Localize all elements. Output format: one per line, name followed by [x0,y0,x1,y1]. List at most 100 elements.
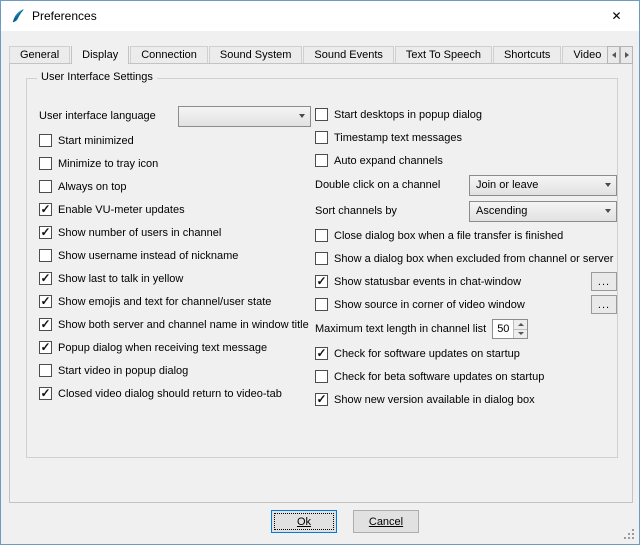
sort-channels-row: Sort channels by Ascending [315,198,617,224]
checkbox-row[interactable]: Show both server and channel name in win… [39,313,311,336]
tab-connection[interactable]: Connection [130,46,208,63]
checkbox-row[interactable]: Show a dialog box when excluded from cha… [315,247,617,270]
app-icon [10,8,26,24]
chevron-down-icon [299,114,305,118]
checkbox-row[interactable]: Start desktops in popup dialog [315,103,617,126]
checkbox-row[interactable]: Always on top [39,175,311,198]
checkbox-row[interactable]: Popup dialog when receiving text message [39,336,311,359]
arrow-right-icon [625,52,629,58]
close-icon[interactable]: ✕ [594,1,639,31]
language-combo[interactable] [178,106,311,127]
tab-general[interactable]: General [9,46,70,63]
checkbox-row[interactable]: Check for beta software updates on start… [315,365,617,388]
checkbox-row[interactable]: Check for software updates on startup [315,342,617,365]
checkbox[interactable] [39,134,52,147]
checkbox-label: Auto expand channels [334,155,443,167]
checkbox[interactable] [39,157,52,170]
checkbox-row[interactable]: Show username instead of nickname [39,244,311,267]
checkbox-label: Start video in popup dialog [58,365,188,377]
checkbox-row[interactable]: Start video in popup dialog [39,359,311,382]
checkbox-label: Show source in corner of video window [334,299,525,311]
tab-bar: General Display Connection Sound System … [9,46,613,64]
max-text-length-spinner[interactable]: 50 [492,319,528,339]
checkbox[interactable] [39,226,52,239]
checkbox-row[interactable]: Closed video dialog should return to vid… [39,382,311,405]
arrow-left-icon [612,52,616,58]
checkbox-label: Show statusbar events in chat-window [334,276,521,288]
sort-channels-combo[interactable]: Ascending [469,201,617,222]
checkbox-row[interactable]: Show last to talk in yellow [39,267,311,290]
right-column: Start desktops in popup dialog Timestamp… [315,103,617,411]
checkbox-label: Show emojis and text for channel/user st… [58,296,271,308]
checkbox[interactable] [39,272,52,285]
checkbox-label: Close dialog box when a file transfer is… [334,230,563,242]
checkbox[interactable] [315,298,328,311]
checkbox[interactable] [315,131,328,144]
tab-sound-system[interactable]: Sound System [209,46,303,63]
checkbox-row[interactable]: Minimize to tray icon [39,152,311,175]
checkbox-row[interactable]: Enable VU-meter updates [39,198,311,221]
chevron-down-icon [605,183,611,187]
checkbox-label: Enable VU-meter updates [58,204,185,216]
checkbox-label: Start minimized [58,135,134,147]
video-source-more-button[interactable]: ... [591,295,617,314]
spin-down-button[interactable] [514,330,527,339]
checkbox-label: Show number of users in channel [58,227,221,239]
checkbox-label: Minimize to tray icon [58,158,158,170]
checkbox-label: Timestamp text messages [334,132,462,144]
tab-sound-events[interactable]: Sound Events [303,46,394,63]
cancel-button[interactable]: Cancel [353,510,419,533]
groupbox-legend: User Interface Settings [37,71,157,83]
checkbox-label: Check for beta software updates on start… [334,371,544,383]
spinner-buttons [513,320,527,338]
checkbox[interactable] [39,364,52,377]
checkbox[interactable] [315,393,328,406]
checkbox-row[interactable]: Auto expand channels [315,149,617,172]
checkbox-row[interactable]: Timestamp text messages [315,126,617,149]
checkbox-row[interactable]: Close dialog box when a file transfer is… [315,224,617,247]
checkbox[interactable] [315,275,328,288]
checkbox[interactable] [39,180,52,193]
checkbox[interactable] [315,108,328,121]
checkbox[interactable] [315,229,328,242]
checkbox[interactable] [315,252,328,265]
checkbox-label: Check for software updates on startup [334,348,520,360]
checkbox[interactable] [39,387,52,400]
tab-video[interactable]: Video [562,46,612,63]
checkbox-label: Show both server and channel name in win… [58,319,309,331]
max-text-length-label: Maximum text length in channel list [315,323,486,335]
checkbox[interactable] [39,249,52,262]
left-column: User interface language Start minimized … [39,103,311,405]
checkbox[interactable] [39,318,52,331]
checkbox-row[interactable]: Show emojis and text for channel/user st… [39,290,311,313]
statusbar-events-more-button[interactable]: ... [591,272,617,291]
window-title: Preferences [32,9,97,23]
checkbox-label: Show username instead of nickname [58,250,238,262]
checkbox[interactable] [39,203,52,216]
checkbox-row[interactable]: Start minimized [39,129,311,152]
max-text-length-row: Maximum text length in channel list 50 [315,316,617,342]
checkbox-row[interactable]: Show number of users in channel [39,221,311,244]
checkbox-label: Show a dialog box when excluded from cha… [334,253,613,265]
checkbox[interactable] [315,370,328,383]
tab-text-to-speech[interactable]: Text To Speech [395,46,492,63]
checkbox-label: Show new version available in dialog box [334,394,535,406]
checkbox-label: Start desktops in popup dialog [334,109,482,121]
statusbar-events-row: Show statusbar events in chat-window ... [315,270,617,293]
checkbox-row[interactable]: Show new version available in dialog box [315,388,617,411]
checkbox[interactable] [39,295,52,308]
tab-scroll-right-button[interactable] [620,46,633,64]
tab-display[interactable]: Display [71,46,129,64]
ok-button[interactable]: Ok [271,510,337,533]
checkbox[interactable] [315,347,328,360]
double-click-combo[interactable]: Join or leave [469,175,617,196]
resize-grip-icon[interactable] [624,529,635,540]
spin-up-button[interactable] [514,320,527,330]
arrow-down-icon [518,332,524,335]
tab-scroll-left-button[interactable] [607,46,620,64]
checkbox[interactable] [315,154,328,167]
footer-buttons: Ok Cancel [1,510,639,533]
tab-shortcuts[interactable]: Shortcuts [493,46,561,63]
checkbox[interactable] [39,341,52,354]
arrow-up-icon [518,323,524,326]
